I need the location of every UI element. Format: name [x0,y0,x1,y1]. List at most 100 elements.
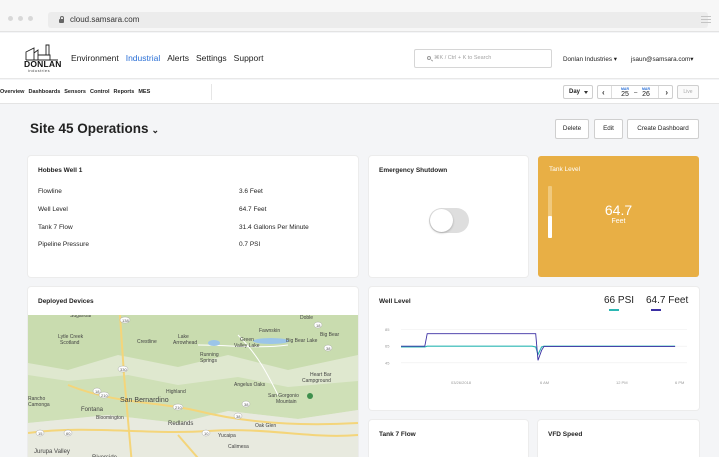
emergency-shutdown-card: Emergency Shutdown [369,156,528,277]
org-switcher[interactable]: Donlan Industries ▾ [563,56,617,63]
svg-text:Calimesa: Calimesa [228,444,249,450]
svg-text:Yucaipa: Yucaipa [218,433,236,439]
subnav-reports[interactable]: Reports [114,89,135,95]
live-button[interactable]: Live [677,85,699,99]
x-tick-label: 03/26/2018 [451,380,472,385]
x-tick-label: 6 PM [675,380,684,385]
date-start: MAR 25 [621,87,629,98]
series-line-feet [401,333,676,361]
card-title: Tank 7 Flow [379,431,416,438]
prev-arrow-icon[interactable]: ‹ [602,88,605,97]
svg-text:38: 38 [244,402,249,407]
card-title: Emergency Shutdown [379,167,448,174]
card-title: Tank Level [549,166,581,173]
create-dashboard-button[interactable]: Create Dashboard [627,119,699,139]
date-end: MAR 26 [642,87,650,98]
legend-psi: 66 PSI [604,295,635,306]
svg-text:18: 18 [316,323,321,328]
browser-chrome: cloud.samsara.com [0,0,719,32]
date-range-picker[interactable]: ‹ MAR 25 – MAR 26 › [597,85,673,99]
svg-text:Scotland: Scotland [60,340,80,346]
devices-map[interactable]: Lytle Creek Scotland Crestline Lake Arro… [28,313,358,457]
tank-value: 64.7 [604,202,633,218]
subnav-dashboards[interactable]: Dashboards [28,89,60,95]
nav-support[interactable]: Support [234,53,264,63]
svg-text:Jurupa Valley: Jurupa Valley [34,449,70,455]
address-bar[interactable]: cloud.samsara.com [48,12,708,28]
x-tick-label: 6 AM [540,380,549,385]
nav-alerts[interactable]: Alerts [167,53,189,63]
lock-icon [59,16,64,23]
subnav-divider [211,84,212,100]
search-placeholder: ⌘K / Ctrl + K to Search [434,55,492,61]
edit-button[interactable]: Edit [594,119,623,139]
vfd-speed-card: VFD Speed [538,420,699,457]
svg-text:Arrowhead: Arrowhead [173,340,197,346]
x-tick-label: 12 PM [616,380,628,385]
app-header: DONLAN industries Environment Industrial… [0,33,719,79]
main-nav: Environment Industrial Alerts Settings S… [71,53,263,63]
svg-text:Camonga: Camonga [28,402,50,408]
card-title: Well Level [379,298,411,305]
url-text: cloud.samsara.com [70,15,140,24]
card-title: VFD Speed [548,431,583,438]
delete-button[interactable]: Delete [555,119,589,139]
legend-swatch-psi [609,309,619,311]
svg-text:138: 138 [122,318,129,323]
next-arrow-icon[interactable]: › [665,88,668,97]
svg-text:38: 38 [236,414,241,419]
date-separator: – [634,90,638,96]
svg-text:Highland: Highland [166,389,186,395]
svg-text:38: 38 [326,346,331,351]
svg-text:15: 15 [38,431,43,436]
svg-text:330: 330 [120,367,127,372]
subnav-mes[interactable]: MES [138,89,150,95]
well-level-chart[interactable]: 85 65 45 03/26/2018 6 AM 12 PM 6 PM [369,321,699,391]
range-select[interactable]: Day [563,85,593,99]
svg-text:Crestline: Crestline [137,339,157,345]
chevron-down-icon [584,91,588,94]
card-title: Hobbes Well 1 [38,167,83,174]
search-input[interactable]: ⌘K / Ctrl + K to Search [414,49,552,68]
svg-text:Bloomington: Bloomington [96,415,124,421]
range-label: Day [569,89,581,95]
window-controls[interactable] [8,16,33,21]
svg-text:10: 10 [204,431,209,436]
tank-unit: Feet [611,218,626,225]
svg-text:Sugarloaf: Sugarloaf [70,315,92,319]
subnav-overview[interactable]: Overview [0,89,24,95]
donlan-logo[interactable]: DONLAN industries [24,43,61,73]
toggle-knob [430,209,453,232]
svg-text:Doble: Doble [300,315,313,321]
shutdown-toggle[interactable] [429,208,469,233]
y-tick-label: 65 [385,344,390,349]
search-icon [427,56,431,60]
legend-feet: 64.7 Feet [646,295,689,306]
page-title[interactable]: Site 45 Operations ⌄ [30,121,159,136]
svg-text:Fontana: Fontana [81,407,104,413]
hobbes-well-card: Hobbes Well 1 Flowline 3.6 Feet Well Lev… [28,156,358,277]
svg-text:Fawnskin: Fawnskin [259,328,280,334]
svg-text:Oak Glen: Oak Glen [255,423,276,429]
svg-text:Big Bear Lake: Big Bear Lake [286,338,318,344]
subnav-sensors[interactable]: Sensors [64,89,86,95]
svg-text:Campground: Campground [302,378,331,384]
y-tick-label: 45 [385,360,390,365]
svg-text:San Bernardino: San Bernardino [120,397,169,404]
svg-text:Valley Lake: Valley Lake [234,343,260,349]
svg-text:Angelus Oaks: Angelus Oaks [234,382,266,388]
svg-text:210: 210 [175,405,182,410]
nav-environment[interactable]: Environment [71,53,119,63]
menu-icon[interactable] [701,16,711,25]
svg-text:Big Bear: Big Bear [320,332,340,338]
svg-text:210: 210 [101,393,108,398]
svg-text:Mountain: Mountain [276,399,297,405]
nav-industrial[interactable]: Industrial [126,53,161,63]
svg-text:60: 60 [66,431,71,436]
svg-text:Redlands: Redlands [168,421,193,427]
sub-nav: Overview Dashboards Sensors Control Repo… [0,80,719,104]
subnav-control[interactable]: Control [90,89,110,95]
user-menu[interactable]: jsaun@samsara.com▾ [631,56,693,63]
well-level-card: Well Level 66 PSI 64.7 Feet 85 65 45 03/26/… [369,287,699,410]
nav-settings[interactable]: Settings [196,53,227,63]
